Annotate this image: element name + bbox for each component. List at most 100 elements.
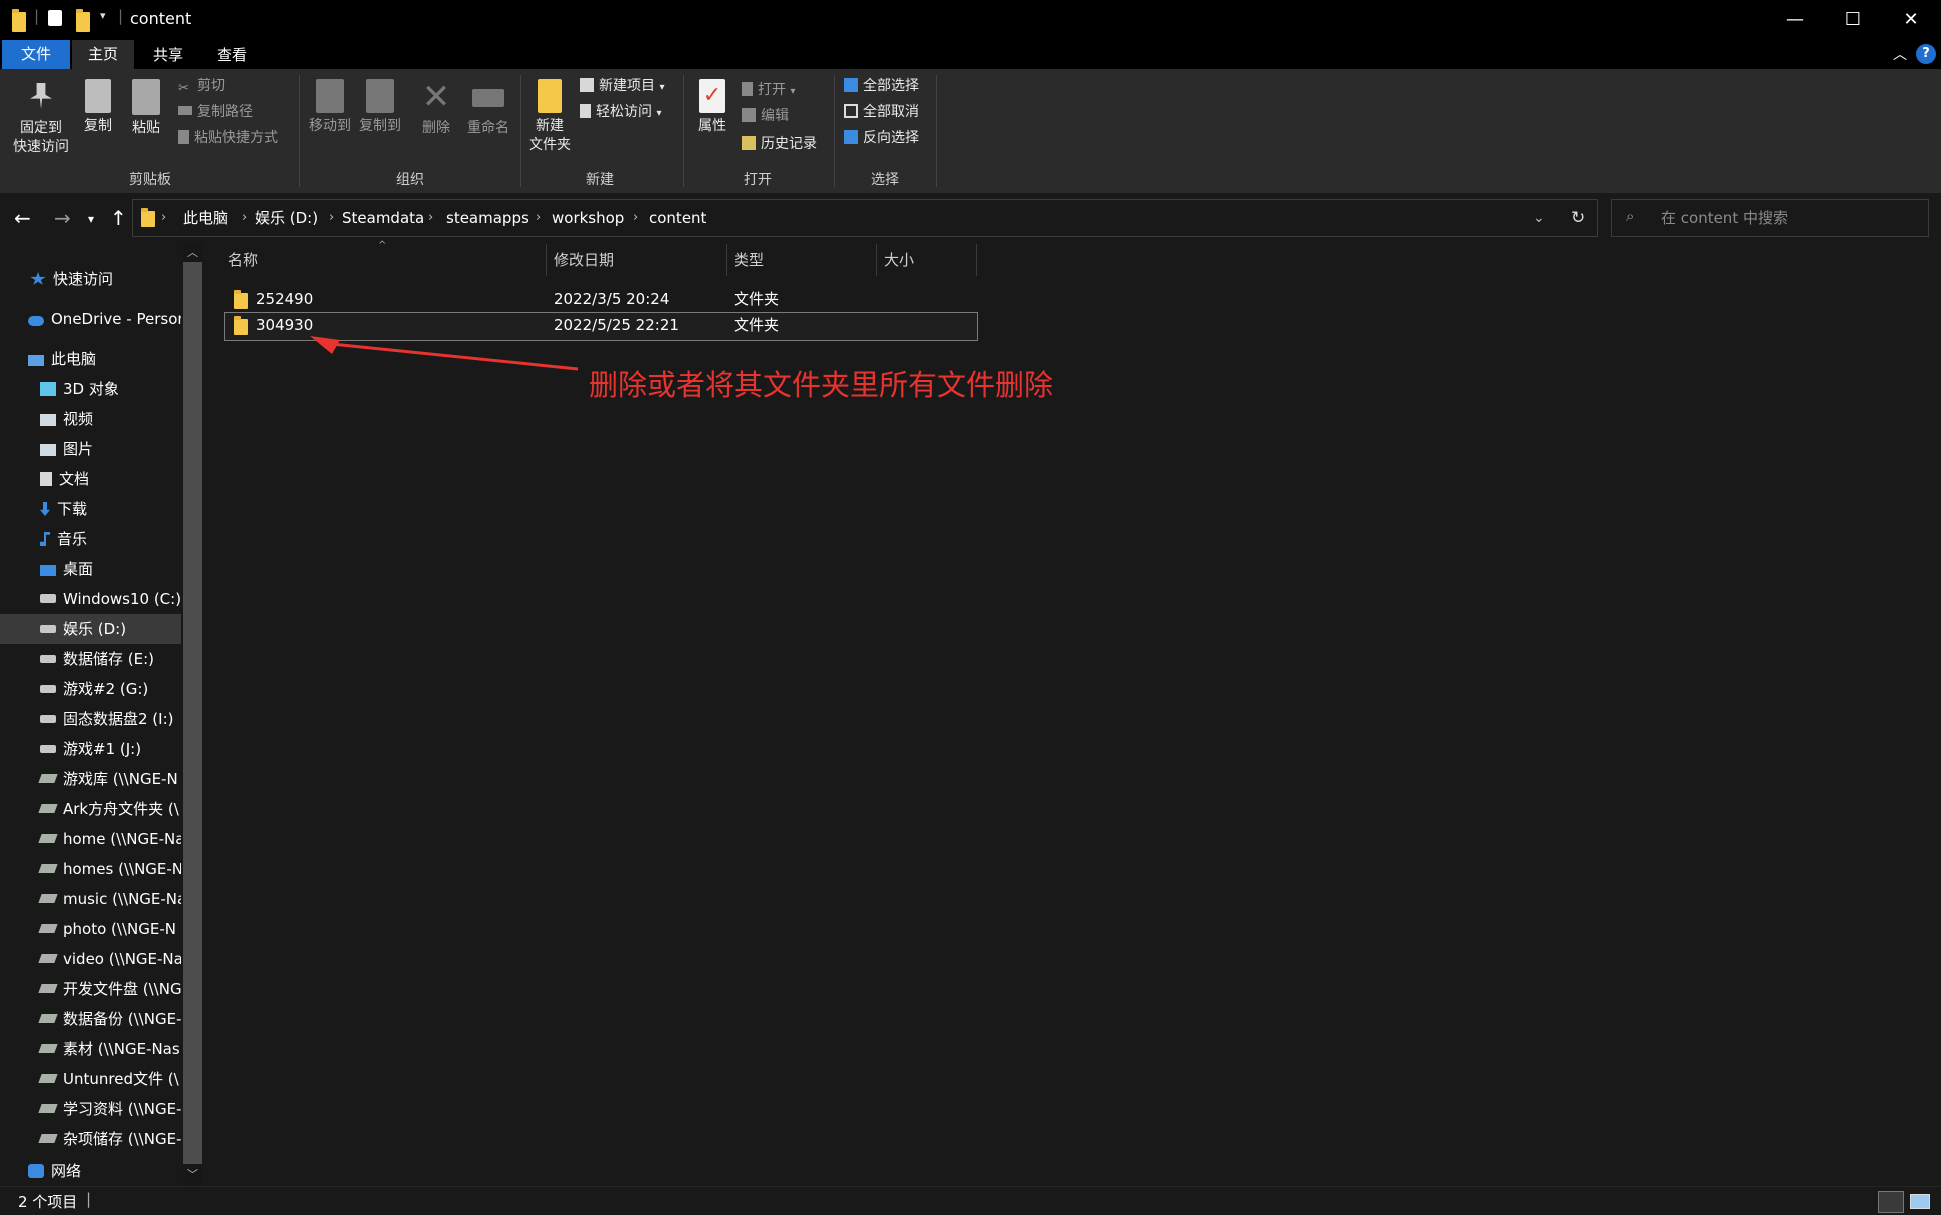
column-divider[interactable]: [726, 244, 727, 276]
sidebar-item[interactable]: 游戏#2 (G:): [0, 674, 181, 704]
new-item-button[interactable]: 新建项目 ▾: [580, 75, 664, 97]
breadcrumb-workshop[interactable]: workshop: [552, 200, 624, 236]
move-to-button[interactable]: 移动到: [304, 79, 356, 136]
sidebar-item[interactable]: 数据备份 (\\NGE-: [0, 1004, 181, 1034]
sidebar-item[interactable]: 固态数据盘2 (I:): [0, 704, 181, 734]
copy-path-button[interactable]: 复制路径: [178, 101, 253, 123]
breadcrumb-drive-d[interactable]: 娱乐 (D:): [255, 200, 318, 236]
chevron-right-icon[interactable]: ›: [633, 200, 638, 236]
new-folder-quick-icon[interactable]: [76, 9, 90, 32]
chevron-right-icon[interactable]: ›: [536, 200, 541, 236]
recent-locations-chevron-icon[interactable]: ▾: [88, 212, 94, 226]
copy-button[interactable]: 复制: [78, 79, 118, 136]
sidebar-item[interactable]: 文档: [0, 464, 181, 494]
sidebar-item[interactable]: OneDrive - Personal: [0, 304, 181, 334]
column-divider[interactable]: [976, 244, 977, 276]
refresh-icon[interactable]: ↻: [1571, 200, 1585, 236]
invert-selection-button[interactable]: 反向选择: [844, 127, 919, 149]
sidebar-item[interactable]: photo (\\NGE-N: [0, 914, 181, 944]
sidebar-item[interactable]: video (\\NGE-Na: [0, 944, 181, 974]
forward-arrow-icon[interactable]: →: [54, 206, 71, 230]
sidebar-item[interactable]: 杂项储存 (\\NGE-: [0, 1124, 181, 1154]
up-arrow-icon[interactable]: ↑: [110, 206, 127, 230]
breadcrumb-content[interactable]: content: [649, 200, 706, 236]
minimize-button[interactable]: —: [1766, 0, 1824, 38]
search-box[interactable]: ⌕ 在 content 中搜索: [1611, 199, 1929, 237]
chevron-right-icon[interactable]: ›: [329, 200, 334, 236]
column-divider[interactable]: [546, 244, 547, 276]
tab-home[interactable]: 主页: [72, 40, 134, 69]
scroll-up-icon[interactable]: ︿: [187, 244, 198, 260]
tab-share[interactable]: 共享: [140, 42, 196, 69]
tab-file[interactable]: 文件: [2, 40, 70, 69]
tab-view[interactable]: 查看: [204, 42, 260, 69]
customize-toolbar-icon[interactable]: ▾: [100, 9, 106, 29]
breadcrumb-this-pc[interactable]: 此电脑: [183, 200, 228, 236]
sidebar-item[interactable]: 网络: [0, 1156, 181, 1186]
sidebar-item[interactable]: 3D 对象: [0, 374, 181, 404]
column-header-modified[interactable]: 修改日期: [554, 242, 614, 278]
paste-button[interactable]: 粘贴: [126, 79, 166, 138]
sidebar-item[interactable]: 游戏库 (\\NGE-N: [0, 764, 181, 794]
sidebar-item[interactable]: 游戏#1 (J:): [0, 734, 181, 764]
sidebar-item[interactable]: 学习资料 (\\NGE-: [0, 1094, 181, 1124]
file-row[interactable]: 252490 2022/3/5 20:24 文件夹: [224, 286, 976, 313]
scroll-down-icon[interactable]: ﹀: [187, 1166, 198, 1182]
column-divider[interactable]: [876, 244, 877, 276]
chevron-right-icon[interactable]: ›: [428, 200, 433, 236]
sidebar-item[interactable]: 音乐: [0, 524, 181, 554]
sidebar-item[interactable]: 下载: [0, 494, 181, 524]
close-button[interactable]: ✕: [1882, 0, 1940, 38]
group-organize: 组织: [396, 172, 424, 188]
sidebar-item[interactable]: 素材 (\\NGE-Nas: [0, 1034, 181, 1064]
collapse-ribbon-icon[interactable]: ︿: [1890, 42, 1910, 69]
copy-to-button[interactable]: 复制到: [354, 79, 406, 136]
address-bar[interactable]: › 此电脑 › 娱乐 (D:) › Steamdata › steamapps …: [132, 199, 1598, 237]
scrollbar-thumb[interactable]: [183, 262, 202, 1164]
column-header-size[interactable]: 大小: [884, 242, 914, 278]
maximize-button[interactable]: ☐: [1824, 0, 1882, 38]
sidebar-item[interactable]: 数据储存 (E:): [0, 644, 181, 674]
navigation-pane-scrollbar[interactable]: ︿ ﹀: [183, 242, 202, 1186]
large-icons-view-icon[interactable]: [1910, 1194, 1930, 1209]
delete-label: 删除: [422, 120, 450, 136]
sidebar-item[interactable]: 娱乐 (D:): [0, 614, 181, 644]
sidebar-item[interactable]: music (\\NGE-Na: [0, 884, 181, 914]
chevron-right-icon[interactable]: ›: [161, 200, 166, 236]
address-dropdown-chevron-icon[interactable]: ⌄: [1533, 200, 1545, 236]
sidebar-item[interactable]: 此电脑: [0, 344, 181, 374]
chevron-right-icon[interactable]: ›: [242, 200, 247, 236]
properties-button[interactable]: ✓ 属性: [690, 79, 734, 136]
sidebar-item[interactable]: 视频: [0, 404, 181, 434]
edit-button[interactable]: 编辑: [742, 105, 789, 127]
sidebar-item[interactable]: 桌面: [0, 554, 181, 584]
details-view-icon[interactable]: [1878, 1191, 1904, 1213]
pin-to-quick-access-button[interactable]: 固定到 快速访问: [6, 79, 76, 157]
back-arrow-icon[interactable]: ←: [14, 206, 31, 230]
sidebar-item[interactable]: Ark方舟文件夹 (\: [0, 794, 181, 824]
select-none-button[interactable]: 全部取消: [844, 101, 919, 123]
sidebar-item[interactable]: 快速访问: [0, 264, 181, 294]
sidebar-item[interactable]: Untunred文件 (\: [0, 1064, 181, 1094]
easy-access-button[interactable]: 轻松访问 ▾: [580, 101, 661, 123]
cut-button[interactable]: ✂ 剪切: [178, 75, 225, 97]
column-header-type[interactable]: 类型: [734, 242, 764, 278]
select-all-button[interactable]: 全部选择: [844, 75, 919, 97]
help-icon[interactable]: ?: [1916, 44, 1936, 64]
sidebar-item[interactable]: homes (\\NGE-N: [0, 854, 181, 884]
history-button[interactable]: 历史记录: [742, 133, 817, 155]
sidebar-item[interactable]: home (\\NGE-Na: [0, 824, 181, 854]
sidebar-item-label: 娱乐 (D:): [63, 620, 127, 638]
paste-shortcut-button[interactable]: 粘贴快捷方式: [178, 127, 278, 149]
column-header-name[interactable]: 名称: [228, 242, 258, 278]
breadcrumb-steamapps[interactable]: steamapps: [446, 200, 529, 236]
new-folder-button[interactable]: 新建 文件夹: [524, 79, 576, 155]
sidebar-item[interactable]: 图片: [0, 434, 181, 464]
sidebar-item[interactable]: Windows10 (C:): [0, 584, 181, 614]
delete-button[interactable]: ✕ 删除: [414, 79, 458, 138]
open-button[interactable]: 打开 ▾: [742, 79, 795, 101]
breadcrumb-steamdata[interactable]: Steamdata: [342, 200, 424, 236]
properties-quick-icon[interactable]: [48, 10, 62, 26]
rename-button[interactable]: 重命名: [462, 79, 514, 138]
sidebar-item[interactable]: 开发文件盘 (\\NG: [0, 974, 181, 1004]
